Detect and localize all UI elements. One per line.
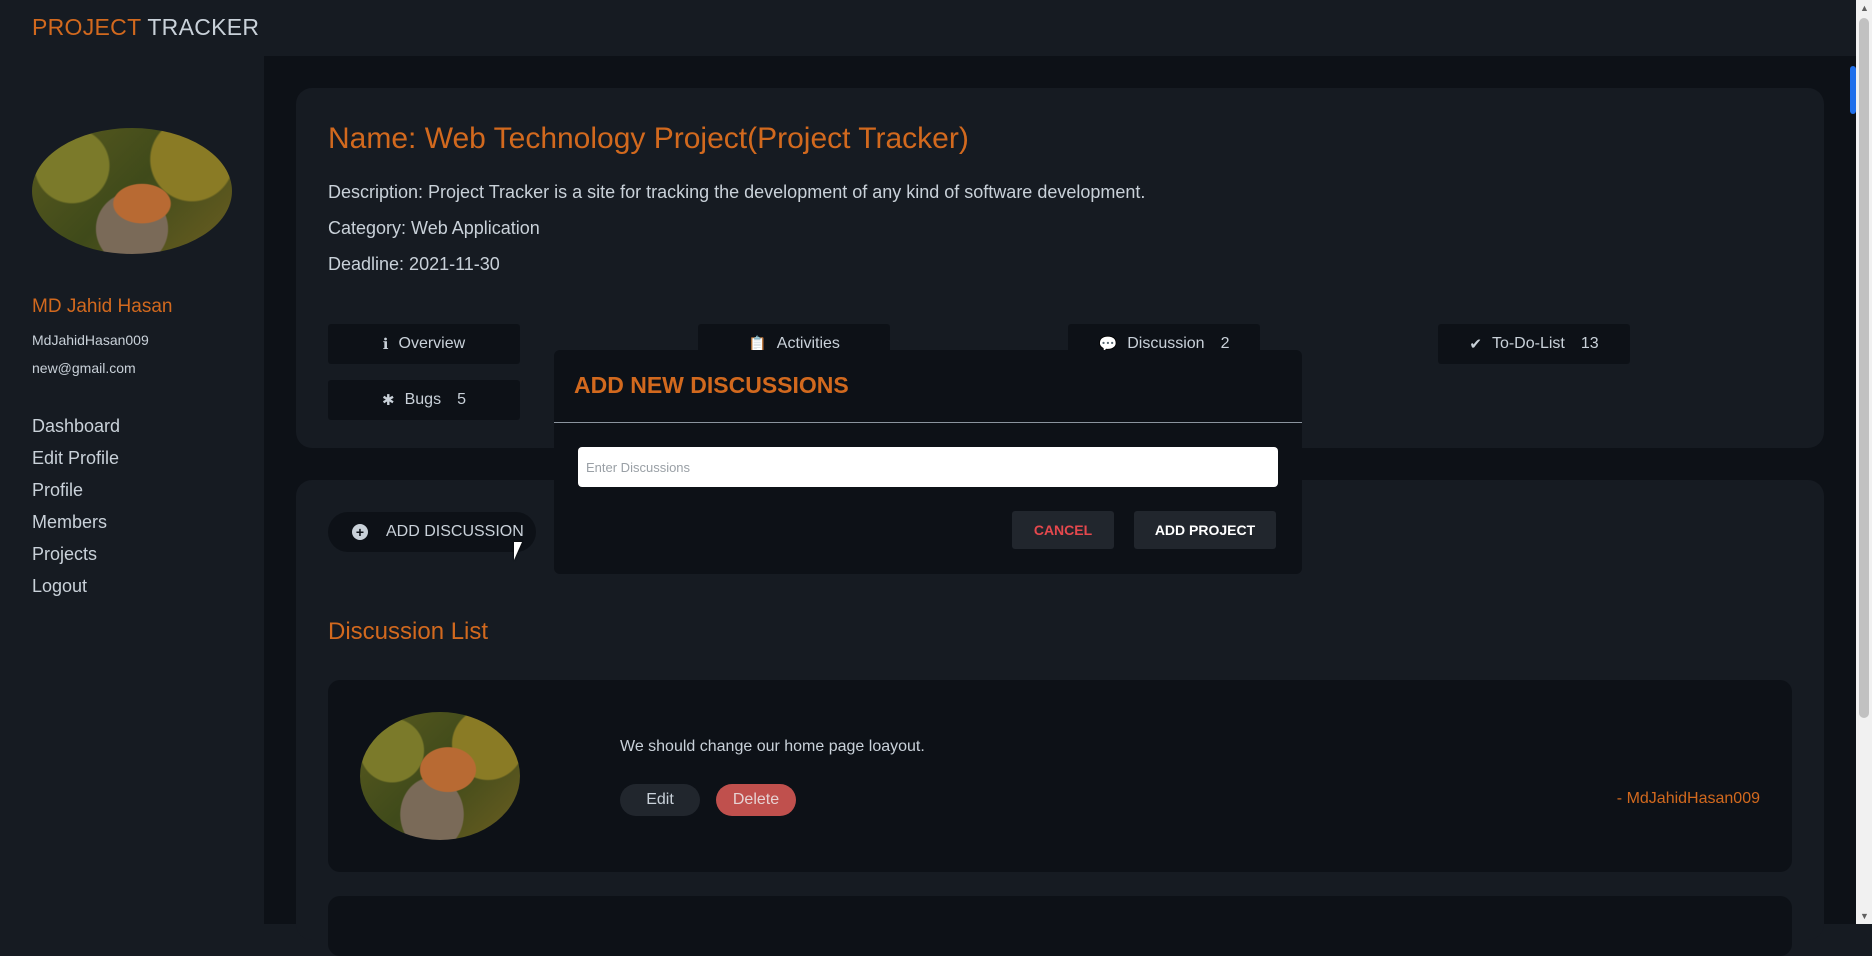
modal-title: ADD NEW DISCUSSIONS xyxy=(574,372,849,398)
brand-part-tracker: TRACKER xyxy=(147,14,260,40)
list-item xyxy=(328,896,1792,956)
sidebar-item-logout[interactable]: Logout xyxy=(32,574,120,606)
add-project-button[interactable]: ADD PROJECT xyxy=(1134,511,1276,549)
sidebar: MD Jahid Hasan MdJahidHasan009 new@gmail… xyxy=(0,56,264,924)
brand-part-project: PROJECT xyxy=(32,14,142,40)
check-circle-icon: ✔ xyxy=(1469,336,1482,353)
plus-circle-icon: + xyxy=(352,524,368,540)
cancel-button[interactable]: CANCEL xyxy=(1012,511,1114,549)
sidebar-item-dashboard[interactable]: Dashboard xyxy=(32,414,120,446)
tab-overview[interactable]: ℹ Overview xyxy=(328,324,520,364)
avatar xyxy=(32,128,232,254)
sidebar-item-edit-profile[interactable]: Edit Profile xyxy=(32,446,120,478)
discussion-text: We should change our home page loayout. xyxy=(620,738,925,755)
mouse-cursor-icon xyxy=(514,542,522,560)
sidebar-item-members[interactable]: Members xyxy=(32,510,120,542)
tab-todo-list[interactable]: ✔ To-Do-List 13 xyxy=(1438,324,1630,364)
tab-bugs-count: 5 xyxy=(457,391,466,408)
add-discussion-label: ADD DISCUSSION xyxy=(386,523,524,540)
modal-divider xyxy=(554,422,1302,423)
tab-overview-label: Overview xyxy=(398,335,466,352)
top-bar: PROJECT TRACKER xyxy=(0,0,1856,56)
add-discussion-button[interactable]: + ADD DISCUSSION xyxy=(328,512,536,552)
scrollbar-thumb[interactable] xyxy=(1859,18,1869,718)
project-deadline: Deadline: 2021-11-30 xyxy=(328,254,500,274)
brand-logo[interactable]: PROJECT TRACKER xyxy=(32,14,259,41)
sidebar-nav: Dashboard Edit Profile Profile Members P… xyxy=(32,414,120,606)
user-handle: MdJahidHasan009 xyxy=(32,332,149,348)
list-item: We should change our home page loayout. … xyxy=(328,680,1792,872)
avatar xyxy=(360,712,520,840)
sidebar-item-profile[interactable]: Profile xyxy=(32,478,120,510)
tab-bugs[interactable]: ✱ Bugs 5 xyxy=(328,380,520,420)
project-title: Name: Web Technology Project(Project Tra… xyxy=(328,122,969,155)
user-email: new@gmail.com xyxy=(32,360,136,376)
project-description: Description: Project Tracker is a site f… xyxy=(328,182,1146,202)
discussion-author: - MdJahidHasan009 xyxy=(1616,790,1760,807)
tab-bugs-label: Bugs xyxy=(404,391,442,408)
page-scrollbar[interactable]: ▲ ▼ xyxy=(1856,0,1872,924)
tab-todo-count: 13 xyxy=(1580,335,1599,352)
sidebar-item-projects[interactable]: Projects xyxy=(32,542,120,574)
discussion-input[interactable] xyxy=(578,447,1278,487)
scroll-down-arrow-icon[interactable]: ▼ xyxy=(1860,911,1869,921)
discussion-list-heading: Discussion List xyxy=(328,618,489,645)
scroll-up-arrow-icon[interactable]: ▲ xyxy=(1860,3,1869,13)
delete-button[interactable]: Delete xyxy=(716,784,796,816)
user-name: MD Jahid Hasan xyxy=(32,296,173,317)
edit-button[interactable]: Edit xyxy=(620,784,700,816)
project-category: Category: Web Application xyxy=(328,218,540,238)
tab-todo-label: To-Do-List xyxy=(1491,335,1565,352)
add-discussion-modal: ADD NEW DISCUSSIONS CANCEL ADD PROJECT xyxy=(554,350,1302,574)
info-icon: ℹ xyxy=(382,336,389,353)
bug-icon: ✱ xyxy=(382,392,395,409)
